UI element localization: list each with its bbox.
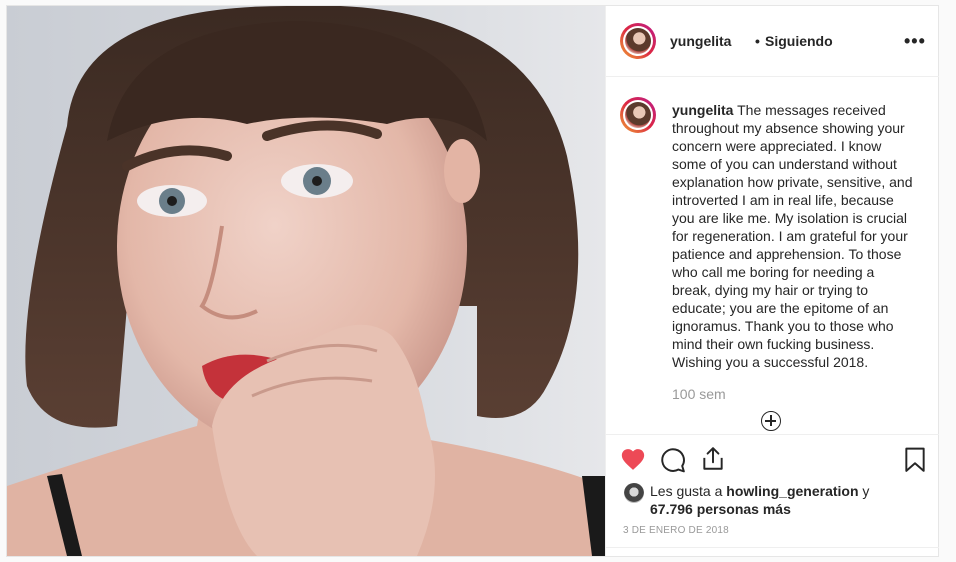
likes-connector: y: [862, 483, 870, 499]
post-time-ago[interactable]: 100 sem: [672, 386, 726, 402]
liker-username[interactable]: howling_generation: [726, 483, 858, 499]
caption-avatar[interactable]: [620, 97, 656, 133]
likes-count[interactable]: 67.796 personas más: [650, 501, 791, 517]
likes-summary: Les gusta a howling_generation y: [650, 483, 869, 499]
header-separator: •: [755, 33, 760, 49]
follow-status-button[interactable]: Siguiendo: [765, 33, 833, 49]
comment-icon[interactable]: [660, 447, 686, 473]
more-options-icon[interactable]: •••: [904, 31, 926, 52]
bookmark-icon[interactable]: [904, 447, 926, 473]
post-card: yungelita • Siguiendo ••• yungelita The …: [6, 5, 939, 557]
post-header: yungelita • Siguiendo •••: [606, 6, 939, 77]
liker-avatar[interactable]: [624, 483, 644, 503]
caption-section: yungelita The messages received througho…: [606, 77, 939, 434]
post-side-panel: yungelita • Siguiendo ••• yungelita The …: [605, 6, 939, 556]
likes-prefix: Les gusta a: [650, 483, 723, 499]
caption-body: The messages received throughout my abse…: [672, 102, 913, 370]
plus-circle-icon[interactable]: [761, 411, 781, 431]
header-username[interactable]: yungelita: [670, 33, 731, 49]
post-date[interactable]: 3 DE ENERO DE 2018: [623, 525, 729, 536]
portrait-image: [7, 6, 605, 556]
comment-input-divider: [606, 547, 939, 548]
action-bar: Les gusta a howling_generation y 67.796 …: [606, 434, 939, 555]
share-icon[interactable]: [700, 446, 726, 472]
heart-icon[interactable]: [620, 447, 646, 471]
caption-text-block: yungelita The messages received througho…: [672, 101, 917, 371]
caption-username[interactable]: yungelita: [672, 102, 733, 118]
profile-avatar[interactable]: [620, 23, 656, 59]
post-photo[interactable]: [7, 6, 605, 556]
